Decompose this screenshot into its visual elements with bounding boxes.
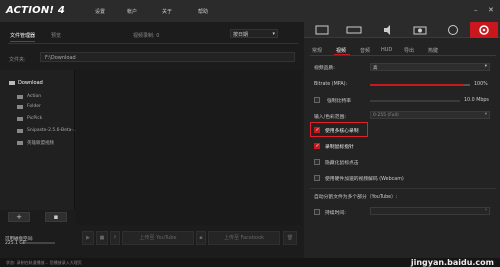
settings-panel — [304, 22, 500, 258]
divider — [8, 43, 298, 44]
folder-icon — [17, 141, 23, 145]
folder-action-button[interactable]: ▪ — [45, 212, 67, 222]
record-mouse-label: 录制鼠标指针 — [325, 145, 354, 150]
app-logo: ACTION! 4 — [6, 5, 65, 16]
recording-count: 视频录制: 0 — [133, 33, 160, 39]
facebook-icon[interactable]: f — [110, 231, 120, 245]
bitrate-slider-fill — [370, 84, 464, 86]
force-bitrate-slider[interactable] — [370, 100, 460, 102]
subtab-export[interactable]: 导出 — [404, 47, 414, 54]
stop-button[interactable]: ■ — [96, 231, 108, 245]
webcam-decode-checkbox[interactable] — [314, 175, 320, 181]
free-space-value: 225.1 GB — [5, 241, 26, 246]
minimize-icon[interactable]: – — [474, 6, 478, 14]
sort-dropdown[interactable]: 按日期 ▾ — [230, 29, 278, 38]
share-icon[interactable]: ▪ — [196, 231, 206, 245]
chevron-down-icon: ▾ — [484, 64, 487, 69]
folder-icon — [17, 117, 23, 121]
bitrate-value: 100% — [474, 82, 488, 87]
force-bitrate-checkbox[interactable] — [314, 97, 320, 103]
tree-item[interactable]: Action — [27, 94, 41, 99]
subtab-video[interactable]: 视频 — [336, 47, 346, 54]
tree-item[interactable]: 英雄联盟视频 — [27, 140, 54, 146]
input-range-value: 0-255 (Full) — [373, 113, 399, 118]
speaker-icon — [384, 25, 390, 35]
hide-clicks-checkbox[interactable] — [314, 159, 320, 165]
folder-icon: ▪ — [53, 213, 59, 221]
menu-about[interactable]: 关于 — [162, 8, 172, 15]
camera-icon — [413, 26, 427, 35]
input-range-select[interactable]: 0-255 (Full) ▾ — [370, 111, 490, 119]
split-files-label: 自动分割文件为多个部分（YouTube）: — [314, 195, 398, 200]
menu-account[interactable]: 帐户 — [127, 8, 137, 15]
record-mouse-checkbox[interactable] — [314, 143, 320, 149]
menu-help[interactable]: 帮助 — [198, 8, 208, 15]
gear-icon — [479, 25, 489, 35]
delete-icon[interactable]: 🗑 — [283, 231, 297, 245]
menu-settings[interactable]: 设置 — [95, 8, 105, 15]
folder-icon — [17, 105, 23, 109]
tree-item-root[interactable]: Download — [18, 80, 43, 86]
play-button[interactable]: ▶ — [82, 231, 94, 245]
video-quality-label: 视频品质: — [314, 66, 335, 71]
close-icon[interactable]: ✕ — [488, 6, 494, 14]
force-bitrate-label: 强制比特率 — [327, 99, 351, 104]
multicore-label: 使用多核心录制 — [325, 129, 359, 134]
folder-icon — [9, 81, 15, 85]
chevron-down-icon: ▾ — [272, 31, 275, 37]
disk-usage-bar — [25, 242, 55, 244]
tree-item[interactable]: Snipaste-2.5.6-Beta-... — [27, 128, 77, 133]
webcam-decode-label: 使用硬件加速的视频解码 (Webcam) — [325, 177, 404, 182]
subtab-audio[interactable]: 音频 — [360, 47, 370, 54]
tab-settings-icon[interactable] — [470, 22, 498, 38]
sort-dropdown-value: 按日期 — [233, 32, 249, 38]
monitor-icon — [315, 25, 329, 35]
tree-item[interactable]: Folder — [27, 104, 41, 109]
upload-youtube-button[interactable]: 上传至 YouTube — [122, 231, 194, 245]
video-quality-value: 高 — [373, 66, 378, 71]
subtab-general[interactable]: 常规 — [312, 47, 322, 54]
force-bitrate-value: 10.0 Mbps — [464, 98, 489, 103]
subtab-hud[interactable]: HUD — [381, 47, 392, 53]
add-folder-button[interactable]: + — [8, 212, 30, 222]
input-range-label: 输入/色彩范围: — [314, 115, 347, 120]
top-bar — [0, 0, 500, 22]
timer-icon — [448, 25, 458, 35]
tab-audio-icon[interactable] — [373, 22, 401, 38]
tab-preview[interactable]: 预览 — [51, 32, 61, 39]
folder-label: 文件夹: — [9, 57, 26, 63]
watermark: jingyan.baidu.com — [410, 258, 494, 267]
folder-path-input[interactable]: F:\Download — [40, 52, 295, 62]
folder-icon — [17, 129, 23, 133]
bitrate-label: Bitrate (MPA): — [314, 82, 348, 87]
folder-icon — [17, 95, 23, 99]
multicore-checkbox[interactable] — [314, 127, 320, 133]
chevron-down-icon: ▾ — [484, 208, 487, 213]
tab-file-manager[interactable]: 文件管理器 — [10, 32, 36, 42]
split-duration-checkbox[interactable] — [314, 209, 320, 215]
tab-monitor-icon[interactable] — [308, 22, 336, 38]
tab-timer-icon[interactable] — [439, 22, 467, 38]
duration-select[interactable]: ▾ — [370, 207, 490, 215]
upload-facebook-button[interactable]: 上传至 Facebook — [208, 231, 280, 245]
tab-hd-icon[interactable] — [340, 22, 368, 38]
divider — [310, 188, 496, 189]
file-list-area — [76, 70, 302, 225]
tab-camera-icon[interactable] — [406, 22, 434, 38]
hd-icon — [346, 26, 362, 34]
duration-label: 持续时间: — [325, 211, 346, 216]
video-quality-select[interactable]: 高 ▾ — [370, 63, 490, 71]
tree-item[interactable]: PicPick — [27, 116, 42, 121]
divider — [310, 55, 496, 56]
hide-clicks-label: 隐藏化鼠标点击 — [325, 161, 359, 166]
subtab-hotkeys[interactable]: 热键 — [428, 47, 438, 54]
chevron-down-icon: ▾ — [484, 112, 487, 117]
